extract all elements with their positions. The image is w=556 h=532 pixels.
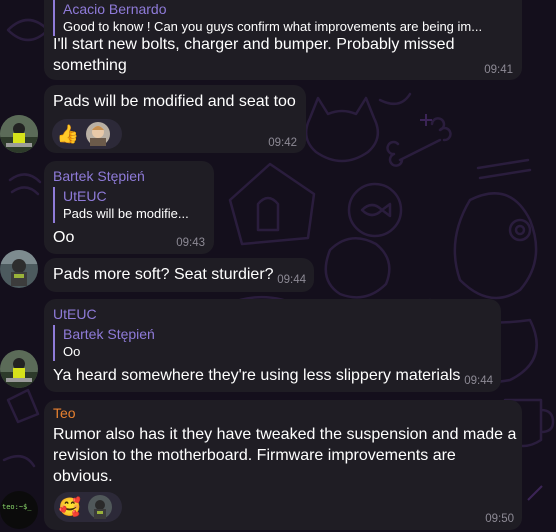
message-text-line: Rumor also has it they have tweaked the … [53,426,517,443]
avatar-teo[interactable]: teo:~$_ [0,491,38,529]
message-text-line: revision to the motherboard. Firmware im… [53,447,456,464]
message-bubble-3: Bartek Stępień UtEUC Pads will be modifi… [44,161,214,254]
message-text-line: obvious. [53,468,113,485]
message-text: Pads more soft? Seat sturdier? [53,266,274,283]
reactions-bar[interactable]: 👍 [52,119,122,149]
message-time: 09:42 [268,137,297,149]
message-author[interactable]: Teo [53,405,76,421]
message-bubble-2: Pads will be modified and seat too 👍 09:… [44,85,306,153]
reply-author: Acacio Bernardo [63,1,167,17]
thumbs-up-icon: 👍 [56,124,80,144]
message-text: Oo [53,229,75,246]
avatar-image [0,115,38,153]
reaction-user-avatar [86,122,110,146]
message-text-line: something [53,57,127,74]
message-bubble-1: Acacio Bernardo Good to know ! Can you g… [44,0,522,80]
message-time: 09:41 [484,64,513,76]
message-time: 09:44 [277,274,306,286]
avatar-uteuc[interactable] [0,115,38,153]
avatar-image [0,350,38,388]
message-author[interactable]: UtEUC [53,306,97,322]
message-author[interactable]: Bartek Stępień [53,168,145,184]
message-time: 09:43 [176,237,205,249]
avatar-image [0,250,38,288]
message-bubble-6: Teo Rumor also has it they have tweaked … [44,400,522,530]
avatar-bartek[interactable] [0,250,38,288]
heart-face-icon: 🥰 [58,497,82,517]
message-text: Pads will be modified and seat too [53,93,296,110]
reply-author: UtEUC [63,188,107,204]
reply-text: Pads will be modifie... [63,206,189,221]
reactions-bar[interactable]: 🥰 [54,492,122,522]
message-time: 09:50 [485,513,514,525]
message-bubble-4: Pads more soft? Seat sturdier? 09:44 [44,258,314,292]
reply-author: Bartek Stępień [63,326,155,342]
reply-quote[interactable]: Bartek Stępień Oo [53,325,253,361]
reply-text: Oo [63,344,81,359]
message-text: Ya heard somewhere they're using less sl… [53,367,461,384]
reply-quote[interactable]: UtEUC Pads will be modifie... [53,187,203,223]
avatar-label: teo:~$_ [2,503,32,511]
reply-quote[interactable]: Acacio Bernardo Good to know ! Can you g… [53,0,513,36]
message-bubble-5: UtEUC Bartek Stępień Oo Ya heard somewhe… [44,299,501,392]
reaction-user-avatar [88,495,112,519]
message-text-line: I'll start new bolts, charger and bumper… [53,36,455,53]
message-time: 09:44 [464,375,493,387]
avatar-uteuc[interactable] [0,350,38,388]
